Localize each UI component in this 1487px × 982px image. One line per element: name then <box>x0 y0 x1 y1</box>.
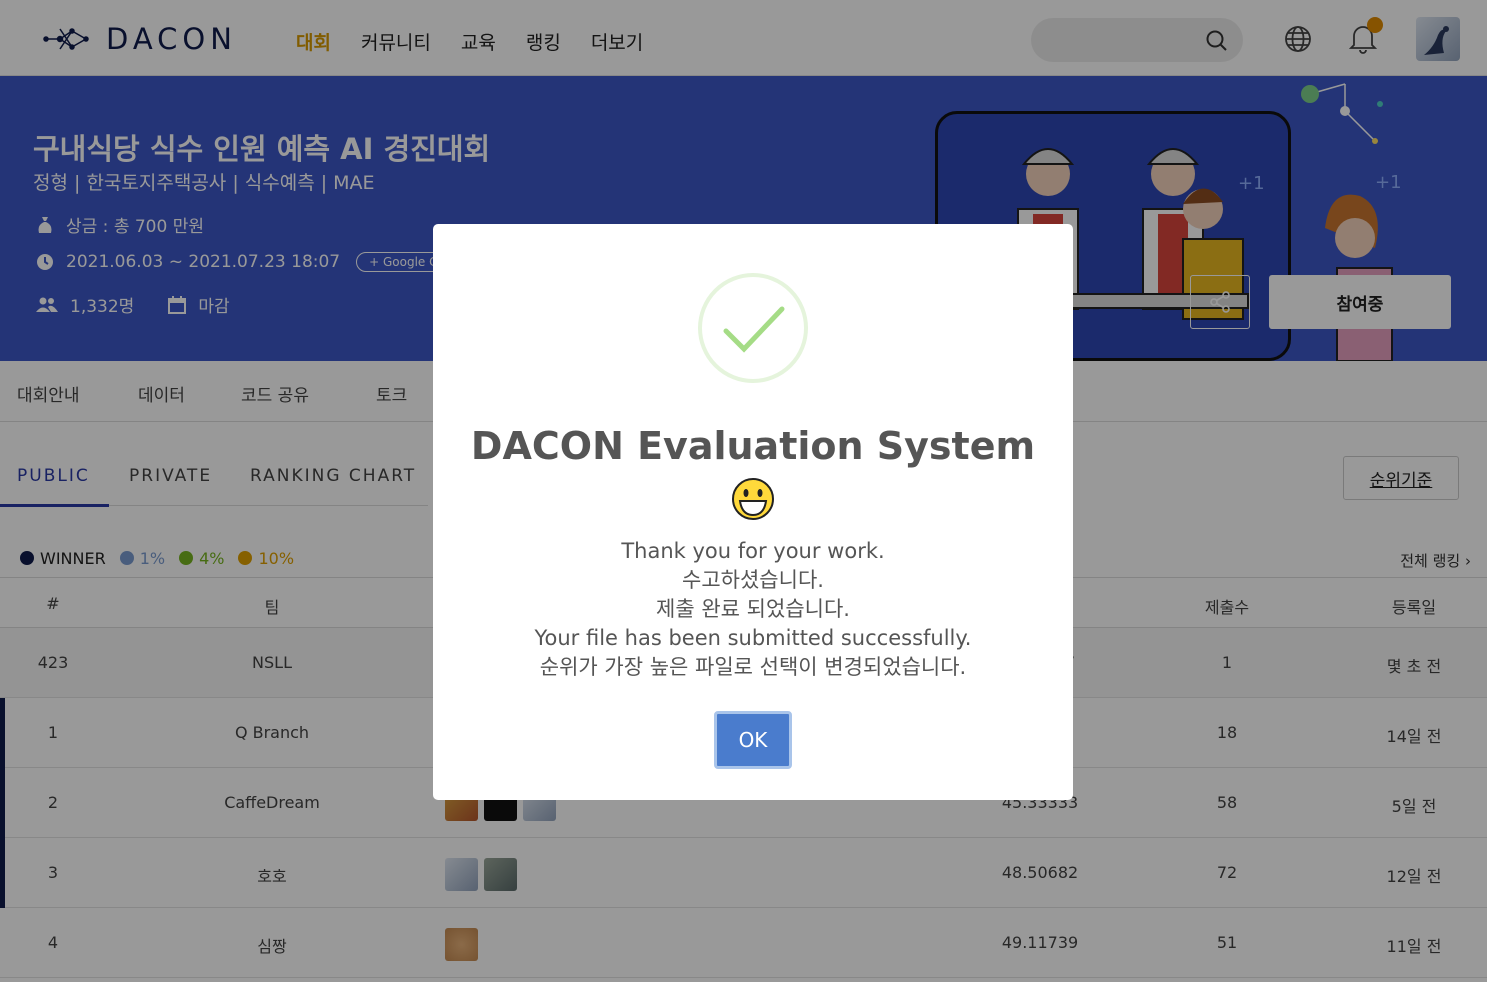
ok-button[interactable]: OK <box>714 711 792 769</box>
success-check-circle <box>698 273 808 383</box>
grinning-face-icon <box>732 478 774 520</box>
dialog-message-line: Your file has been submitted successfull… <box>534 626 972 650</box>
submission-success-dialog: DACON Evaluation System Thank you for yo… <box>433 224 1073 800</box>
dialog-message-line: 순위가 가장 높은 파일로 선택이 변경되었습니다. <box>539 655 967 679</box>
dialog-title: DACON Evaluation System <box>470 424 1036 468</box>
checkmark-icon <box>723 306 785 353</box>
dialog-message-line: 수고하셨습니다. <box>682 568 824 592</box>
dialog-message: Thank you for your work. 수고하셨습니다. 제출 완료 … <box>433 537 1073 682</box>
dialog-message-line: Thank you for your work. <box>621 539 885 563</box>
dialog-message-line: 제출 완료 되었습니다. <box>656 597 850 621</box>
